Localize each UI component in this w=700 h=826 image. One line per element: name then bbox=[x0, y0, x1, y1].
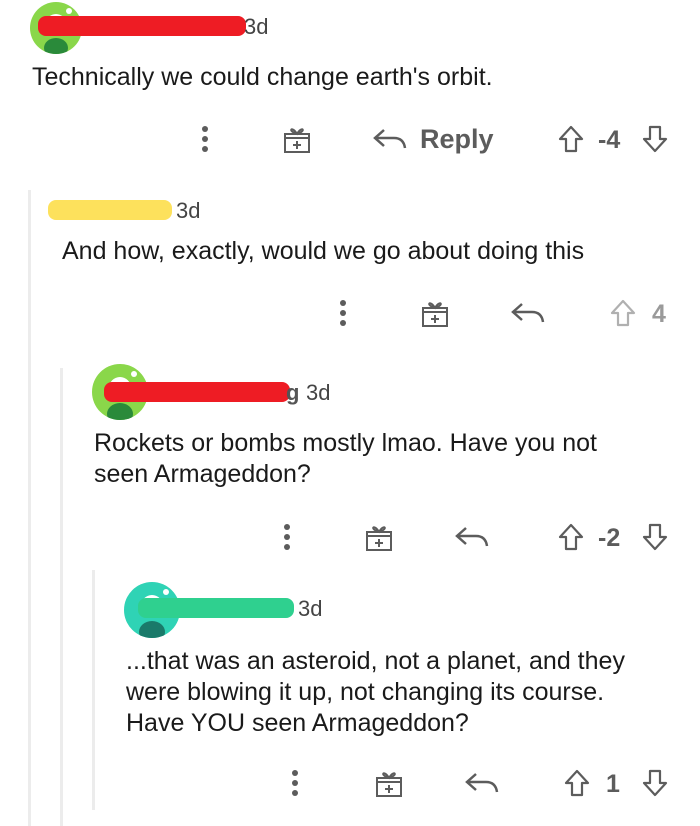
vote-count: -2 bbox=[598, 524, 621, 552]
award-icon bbox=[422, 302, 448, 327]
award-icon bbox=[284, 128, 310, 153]
upvote-button[interactable] bbox=[562, 768, 592, 798]
comment-body-line: Rockets or bombs mostly lmao. Have you n… bbox=[94, 429, 597, 457]
more-options-icon bbox=[284, 524, 290, 550]
downvote-icon bbox=[642, 523, 668, 551]
award-button[interactable] bbox=[372, 766, 406, 800]
award-icon bbox=[366, 526, 392, 551]
thread-line-level-3 bbox=[92, 570, 95, 810]
username-redaction bbox=[48, 200, 172, 220]
reply-button[interactable] bbox=[464, 768, 500, 798]
comment-body: Rockets or bombs mostly lmao. Have you n… bbox=[94, 428, 597, 490]
more-options-icon bbox=[340, 300, 346, 326]
comment-body-line: ...that was an asteroid, not a planet, a… bbox=[126, 647, 625, 675]
downvote-button[interactable] bbox=[640, 124, 670, 154]
vote-count: 4 bbox=[652, 300, 666, 328]
username-redaction bbox=[38, 16, 246, 36]
reply-button[interactable]: Reply bbox=[372, 122, 494, 156]
award-icon bbox=[376, 772, 402, 797]
comment-body: And how, exactly, would we go about doin… bbox=[62, 237, 585, 265]
reply-button[interactable] bbox=[454, 522, 490, 552]
award-button[interactable] bbox=[418, 296, 452, 330]
upvote-icon bbox=[610, 299, 636, 327]
more-options-button[interactable] bbox=[272, 522, 302, 552]
reply-button[interactable] bbox=[510, 298, 546, 328]
more-options-icon bbox=[292, 770, 298, 796]
reply-label: Reply bbox=[420, 123, 494, 154]
comment-body-line: were blowing it up, not changing its cou… bbox=[126, 678, 605, 706]
more-options-button[interactable] bbox=[328, 298, 358, 328]
downvote-icon bbox=[642, 125, 668, 153]
reply-icon bbox=[511, 303, 545, 323]
upvote-button[interactable] bbox=[608, 298, 638, 328]
more-options-button[interactable] bbox=[190, 124, 220, 154]
reply-icon bbox=[373, 129, 407, 149]
comment-time: 3d bbox=[244, 14, 269, 39]
more-options-button[interactable] bbox=[280, 768, 310, 798]
reply-icon bbox=[455, 527, 489, 547]
upvote-icon bbox=[558, 523, 584, 551]
comment-time: 3d bbox=[176, 198, 201, 223]
downvote-button[interactable] bbox=[640, 522, 670, 552]
vote-count: 1 bbox=[606, 770, 620, 798]
award-button[interactable] bbox=[280, 122, 314, 156]
downvote-icon bbox=[642, 769, 668, 797]
award-button[interactable] bbox=[362, 520, 396, 554]
comment-body-line: Have YOU seen Armageddon? bbox=[126, 709, 469, 737]
username-redaction bbox=[104, 382, 290, 402]
more-options-icon bbox=[202, 126, 208, 152]
comment-body: Technically we could change earth's orbi… bbox=[32, 63, 493, 91]
username-redaction bbox=[138, 598, 294, 618]
reply-icon bbox=[465, 773, 499, 793]
comment-body: ...that was an asteroid, not a planet, a… bbox=[126, 646, 625, 739]
comment-time: 3d bbox=[306, 380, 331, 405]
thread-line-level-1 bbox=[28, 190, 31, 826]
comment-time: 3d bbox=[298, 596, 323, 621]
upvote-icon bbox=[564, 769, 590, 797]
upvote-icon bbox=[558, 125, 584, 153]
thread-line-level-2 bbox=[60, 368, 63, 826]
upvote-button[interactable] bbox=[556, 522, 586, 552]
comment-body-line: seen Armageddon? bbox=[94, 460, 311, 488]
username-fragment: g bbox=[286, 380, 300, 405]
vote-count: -4 bbox=[598, 126, 621, 154]
upvote-button[interactable] bbox=[556, 124, 586, 154]
downvote-button[interactable] bbox=[640, 768, 670, 798]
